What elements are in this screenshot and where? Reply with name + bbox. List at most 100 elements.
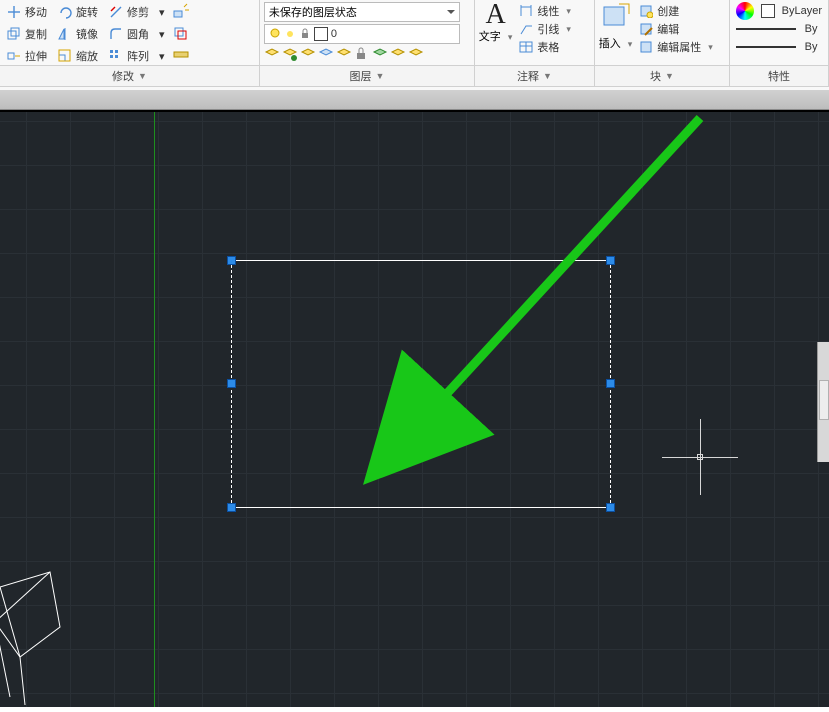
edit-attr-icon xyxy=(638,39,654,55)
create-block-label: 创建 xyxy=(657,3,679,19)
color-dropdown[interactable]: ByLayer xyxy=(734,2,824,20)
layer-state-text: 未保存的图层状态 xyxy=(269,7,357,19)
move-button[interactable]: 移动 xyxy=(4,3,49,21)
linetype-dropdown[interactable]: By xyxy=(734,38,824,56)
panel-block: 插入 ▾ 创建 编辑 编辑属性 ▾ xyxy=(595,0,730,65)
vertical-scrollbar[interactable] xyxy=(817,342,829,462)
sun-icon xyxy=(284,28,296,40)
layer-tool-4[interactable] xyxy=(318,46,334,67)
leader-icon xyxy=(518,21,534,37)
layer-selector[interactable]: 0 xyxy=(264,24,460,44)
leader-label: 引线 xyxy=(537,21,559,37)
table-button[interactable]: 表格 xyxy=(516,38,573,56)
color-bylayer-label: ByLayer xyxy=(782,5,822,17)
rotate-button[interactable]: 旋转 xyxy=(55,3,100,21)
leader-button[interactable]: 引线 ▾ xyxy=(516,20,573,38)
insert-button[interactable]: 插入 ▾ xyxy=(599,2,633,56)
array-button[interactable]: 阵列 xyxy=(106,47,151,65)
mirror-button[interactable]: 镜像 xyxy=(55,25,100,43)
layer-tool-3[interactable] xyxy=(300,46,316,67)
table-icon xyxy=(518,39,534,55)
color-swatch xyxy=(761,4,775,18)
panel-label-anno[interactable]: 注释▼ xyxy=(475,66,595,86)
scale-button[interactable]: 缩放 xyxy=(55,47,100,65)
trim-button[interactable]: 修剪 xyxy=(106,3,151,21)
copy-label: 复制 xyxy=(25,26,47,42)
lt-label: By xyxy=(805,41,818,53)
offset-icon[interactable] xyxy=(173,24,189,45)
panel-labels: 修改▼ 图层▼ 注释▼ 块▼ 特性 xyxy=(0,65,829,87)
annotation-arrow xyxy=(0,112,829,712)
linear-dim-icon xyxy=(518,3,534,19)
array-label: 阵列 xyxy=(127,48,149,64)
mirror-label: 镜像 xyxy=(76,26,98,42)
panel-layer: 未保存的图层状态 0 xyxy=(260,0,475,65)
create-block-icon xyxy=(638,3,654,19)
line-sample-icon xyxy=(736,28,796,30)
rotate-icon xyxy=(57,4,73,20)
layer-tool-1[interactable] xyxy=(264,46,280,67)
lineweight-dropdown[interactable]: By xyxy=(734,20,824,38)
array-icon xyxy=(108,48,124,64)
dropdown-icon[interactable]: ▾ xyxy=(157,3,167,21)
edit-block-button[interactable]: 编辑 xyxy=(636,20,715,38)
linear-dim-button[interactable]: 线性 ▾ xyxy=(516,2,573,20)
stretch-icon xyxy=(6,48,22,64)
dropdown-icon[interactable]: ▾ xyxy=(157,47,167,65)
fillet-button[interactable]: 圆角 xyxy=(106,25,151,43)
fillet-icon xyxy=(108,26,124,42)
stretch-button[interactable]: 拉伸 xyxy=(4,47,49,65)
explode-icon[interactable] xyxy=(173,2,189,23)
dropdown-icon[interactable]: ▾ xyxy=(157,25,167,43)
measure-icon[interactable] xyxy=(173,46,189,67)
trim-label: 修剪 xyxy=(127,4,149,20)
linear-dim-label: 线性 xyxy=(537,3,559,19)
move-label: 移动 xyxy=(25,4,47,20)
panel-label-block[interactable]: 块▼ xyxy=(595,66,730,86)
separator-bar xyxy=(0,90,829,110)
layer-tool-2[interactable] xyxy=(282,46,298,67)
panel-modify: 移动 旋转 修剪 ▾ xyxy=(0,0,260,65)
mirror-icon xyxy=(57,26,73,42)
edit-attr-button[interactable]: 编辑属性 ▾ xyxy=(636,38,715,56)
current-layer-name: 0 xyxy=(331,28,337,40)
stretch-label: 拉伸 xyxy=(25,48,47,64)
move-icon xyxy=(6,4,22,20)
layer-tool-8[interactable] xyxy=(390,46,406,67)
edit-block-icon xyxy=(638,21,654,37)
copy-icon xyxy=(6,26,22,42)
rotate-label: 旋转 xyxy=(76,4,98,20)
color-wheel-icon xyxy=(736,2,754,20)
panel-annotation: A 文字 ▾ 线性 ▾ 引线 ▾ 表格 xyxy=(475,0,595,65)
edit-attr-label: 编辑属性 xyxy=(657,39,701,55)
trim-icon xyxy=(108,4,124,20)
copy-button[interactable]: 复制 xyxy=(4,25,49,43)
panel-label-props[interactable]: 特性 xyxy=(730,66,829,86)
scale-icon xyxy=(57,48,73,64)
layer-tool-5[interactable] xyxy=(336,46,352,67)
line-sample-icon xyxy=(736,46,796,48)
table-label: 表格 xyxy=(537,39,559,55)
scale-label: 缩放 xyxy=(76,48,98,64)
create-block-button[interactable]: 创建 xyxy=(636,2,715,20)
text-button[interactable]: A 文字 ▾ xyxy=(479,2,513,56)
edit-block-label: 编辑 xyxy=(657,21,679,37)
drawing-canvas[interactable] xyxy=(0,110,829,707)
panel-label-modify[interactable]: 修改▼ xyxy=(0,66,260,86)
panel-label-layer[interactable]: 图层▼ xyxy=(260,66,475,86)
layer-tool-7[interactable] xyxy=(372,46,388,67)
fillet-label: 圆角 xyxy=(127,26,149,42)
ribbon-row: 移动 旋转 修剪 ▾ xyxy=(0,0,829,65)
lightbulb-icon xyxy=(269,28,281,40)
panel-properties: ByLayer By By xyxy=(730,0,829,65)
insert-block-icon xyxy=(601,2,631,30)
layer-tool-9[interactable] xyxy=(408,46,424,67)
insert-label: 插入 ▾ xyxy=(599,35,633,51)
lw-label: By xyxy=(805,23,818,35)
layer-tool-6[interactable] xyxy=(354,46,370,67)
scrollbar-thumb[interactable] xyxy=(819,380,829,420)
ribbon-area: 移动 旋转 修剪 ▾ xyxy=(0,0,829,90)
text-A-icon: A xyxy=(479,2,513,28)
text-label: 文字 ▾ xyxy=(479,28,513,44)
layer-state-dropdown[interactable]: 未保存的图层状态 xyxy=(264,2,460,22)
